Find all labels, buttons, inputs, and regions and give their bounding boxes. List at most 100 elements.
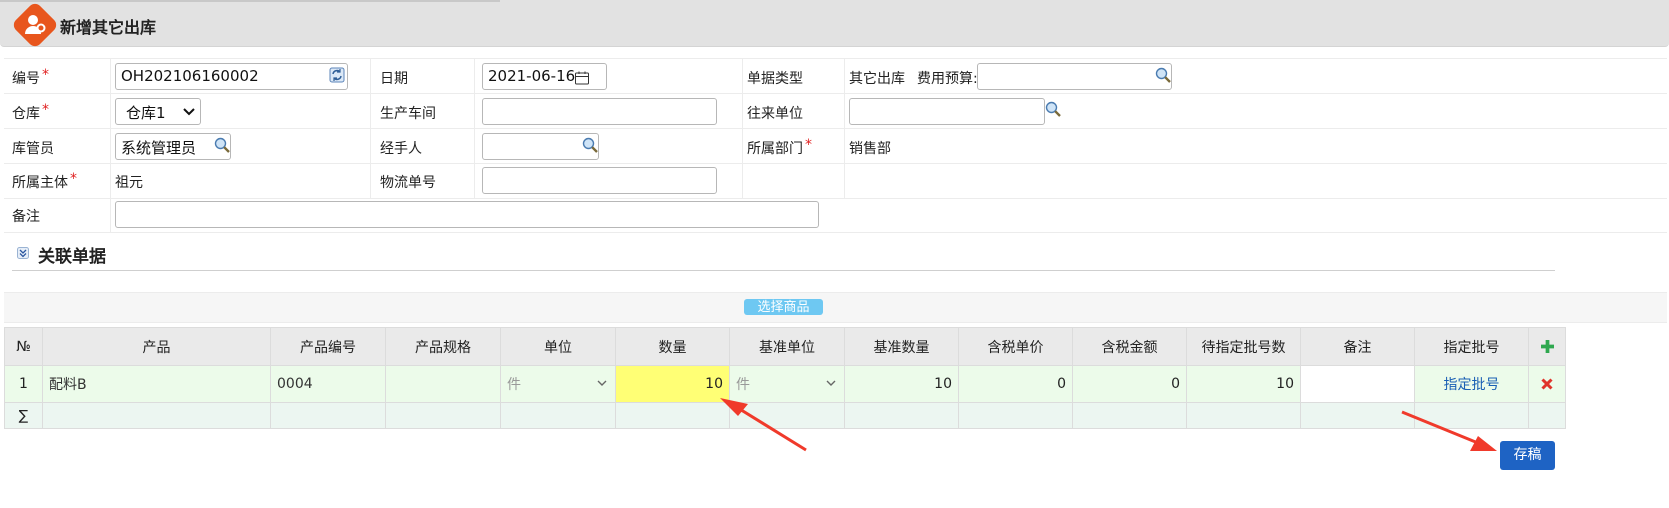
sum-row: ∑	[4, 402, 1566, 429]
sum-cell	[729, 402, 845, 429]
title-bar	[0, 0, 1669, 47]
column-header: 备注	[1300, 327, 1415, 366]
chevron-down-icon	[826, 380, 836, 386]
row-number: 1	[4, 365, 43, 403]
search-icon[interactable]	[214, 137, 230, 153]
table-header-row: № 产品 产品编号 产品规格 单位 数量 基准单位 基准数量 含税单价 含税金额…	[4, 327, 1566, 366]
add-row-icon[interactable]	[1540, 340, 1554, 353]
user-settings-icon	[25, 15, 46, 34]
entity-label: 所属主体 *	[12, 171, 77, 191]
sum-cell	[1186, 402, 1301, 429]
column-header: 含税单价	[958, 327, 1073, 366]
table-row: 1 配料B 0004 件 10 件 10 0 0 10 指定批号	[4, 365, 1566, 403]
unit-value: 件	[507, 377, 521, 393]
sum-cell	[615, 402, 730, 429]
form-row	[4, 164, 1667, 199]
column-header: 单位	[500, 327, 616, 366]
column-header: 含税金额	[1072, 327, 1187, 366]
search-icon[interactable]	[582, 137, 598, 153]
divider	[742, 59, 743, 199]
unit-select[interactable]: 件	[500, 365, 616, 403]
unit-price-cell[interactable]: 0	[958, 365, 1073, 403]
add-row-cell	[1528, 327, 1566, 366]
column-header: 产品编号	[270, 327, 386, 366]
divider	[844, 59, 845, 199]
form-row	[4, 94, 1667, 129]
row-remark-input[interactable]	[1300, 365, 1415, 403]
sum-cell	[1528, 402, 1566, 429]
sum-cell	[958, 402, 1073, 429]
product-spec-cell[interactable]	[385, 365, 501, 403]
product-code-cell: 0004	[270, 365, 386, 403]
code-input[interactable]: OH202106160002	[115, 63, 348, 90]
base-unit-value: 件	[736, 377, 750, 393]
sum-cell	[270, 402, 386, 429]
column-header: 基准单位	[729, 327, 845, 366]
warehouse-label: 仓库 *	[12, 102, 49, 122]
base-unit-select[interactable]: 件	[729, 365, 845, 403]
sum-cell	[1072, 402, 1187, 429]
form-row	[4, 129, 1667, 164]
collapse-icon[interactable]	[17, 247, 29, 259]
date-label: 日期	[380, 71, 408, 87]
base-quantity-cell[interactable]: 10	[844, 365, 959, 403]
divider	[474, 59, 475, 199]
product-cell[interactable]: 配料B	[42, 365, 271, 403]
handler-label: 经手人	[380, 141, 422, 157]
column-header: №	[4, 327, 43, 366]
column-header: 产品	[42, 327, 271, 366]
select-product-button[interactable]: 选择商品	[744, 299, 823, 315]
dept-label: 所属部门 *	[747, 137, 812, 157]
divider	[110, 59, 111, 233]
section-title: 关联单据	[38, 247, 106, 267]
date-value: 2021-06-16	[488, 67, 576, 85]
column-header: 基准数量	[844, 327, 959, 366]
calendar-icon[interactable]	[574, 70, 590, 86]
save-draft-button[interactable]: 存稿	[1500, 441, 1555, 470]
doc-type-value: 其它出库	[849, 71, 905, 87]
code-label: 编号 *	[12, 67, 49, 87]
required-asterisk: *	[805, 137, 812, 153]
column-header: 数量	[615, 327, 730, 366]
required-asterisk: *	[42, 67, 49, 83]
remark-label: 备注	[12, 209, 40, 225]
budget-input[interactable]	[977, 63, 1172, 90]
workshop-input[interactable]	[482, 98, 717, 125]
doc-type-label: 单据类型	[747, 71, 803, 87]
refresh-icon[interactable]	[329, 67, 345, 83]
tracking-label: 物流单号	[380, 175, 436, 191]
search-icon[interactable]	[1045, 101, 1061, 117]
tracking-input[interactable]	[482, 167, 717, 194]
sum-cell	[385, 402, 501, 429]
warehouse-value: 仓库1	[126, 104, 166, 122]
chevron-down-icon	[597, 380, 607, 386]
column-header: 指定批号	[1414, 327, 1529, 366]
page: 新增其它出库 编号 * OH202106160002 日期 2021-06-16 …	[0, 0, 1669, 508]
workshop-label: 生产车间	[380, 106, 436, 122]
keeper-label: 库管员	[12, 141, 54, 157]
remark-input[interactable]	[115, 201, 819, 228]
page-title: 新增其它出库	[60, 18, 157, 37]
sum-cell	[1414, 402, 1529, 429]
sum-cell	[500, 402, 616, 429]
delete-row-cell	[1528, 365, 1566, 403]
sum-symbol: ∑	[4, 402, 43, 429]
section-divider	[12, 270, 1555, 271]
sum-cell	[42, 402, 271, 429]
amount-cell[interactable]: 0	[1072, 365, 1187, 403]
entity-value: 祖元	[115, 175, 143, 191]
delete-icon[interactable]	[1541, 378, 1553, 390]
assign-batch-link[interactable]: 指定批号	[1444, 377, 1500, 393]
chevron-down-icon[interactable]	[183, 107, 195, 117]
column-header: 产品规格	[385, 327, 501, 366]
required-asterisk: *	[70, 171, 77, 187]
quantity-input[interactable]: 10	[615, 365, 730, 403]
header-form	[4, 58, 1667, 233]
sum-cell	[844, 402, 959, 429]
partner-input[interactable]	[849, 98, 1045, 125]
divider	[370, 59, 371, 199]
column-header: 待指定批号数	[1186, 327, 1301, 366]
items-table: № 产品 产品编号 产品规格 单位 数量 基准单位 基准数量 含税单价 含税金额…	[4, 327, 1566, 429]
required-asterisk: *	[42, 102, 49, 118]
search-icon[interactable]	[1155, 67, 1171, 83]
